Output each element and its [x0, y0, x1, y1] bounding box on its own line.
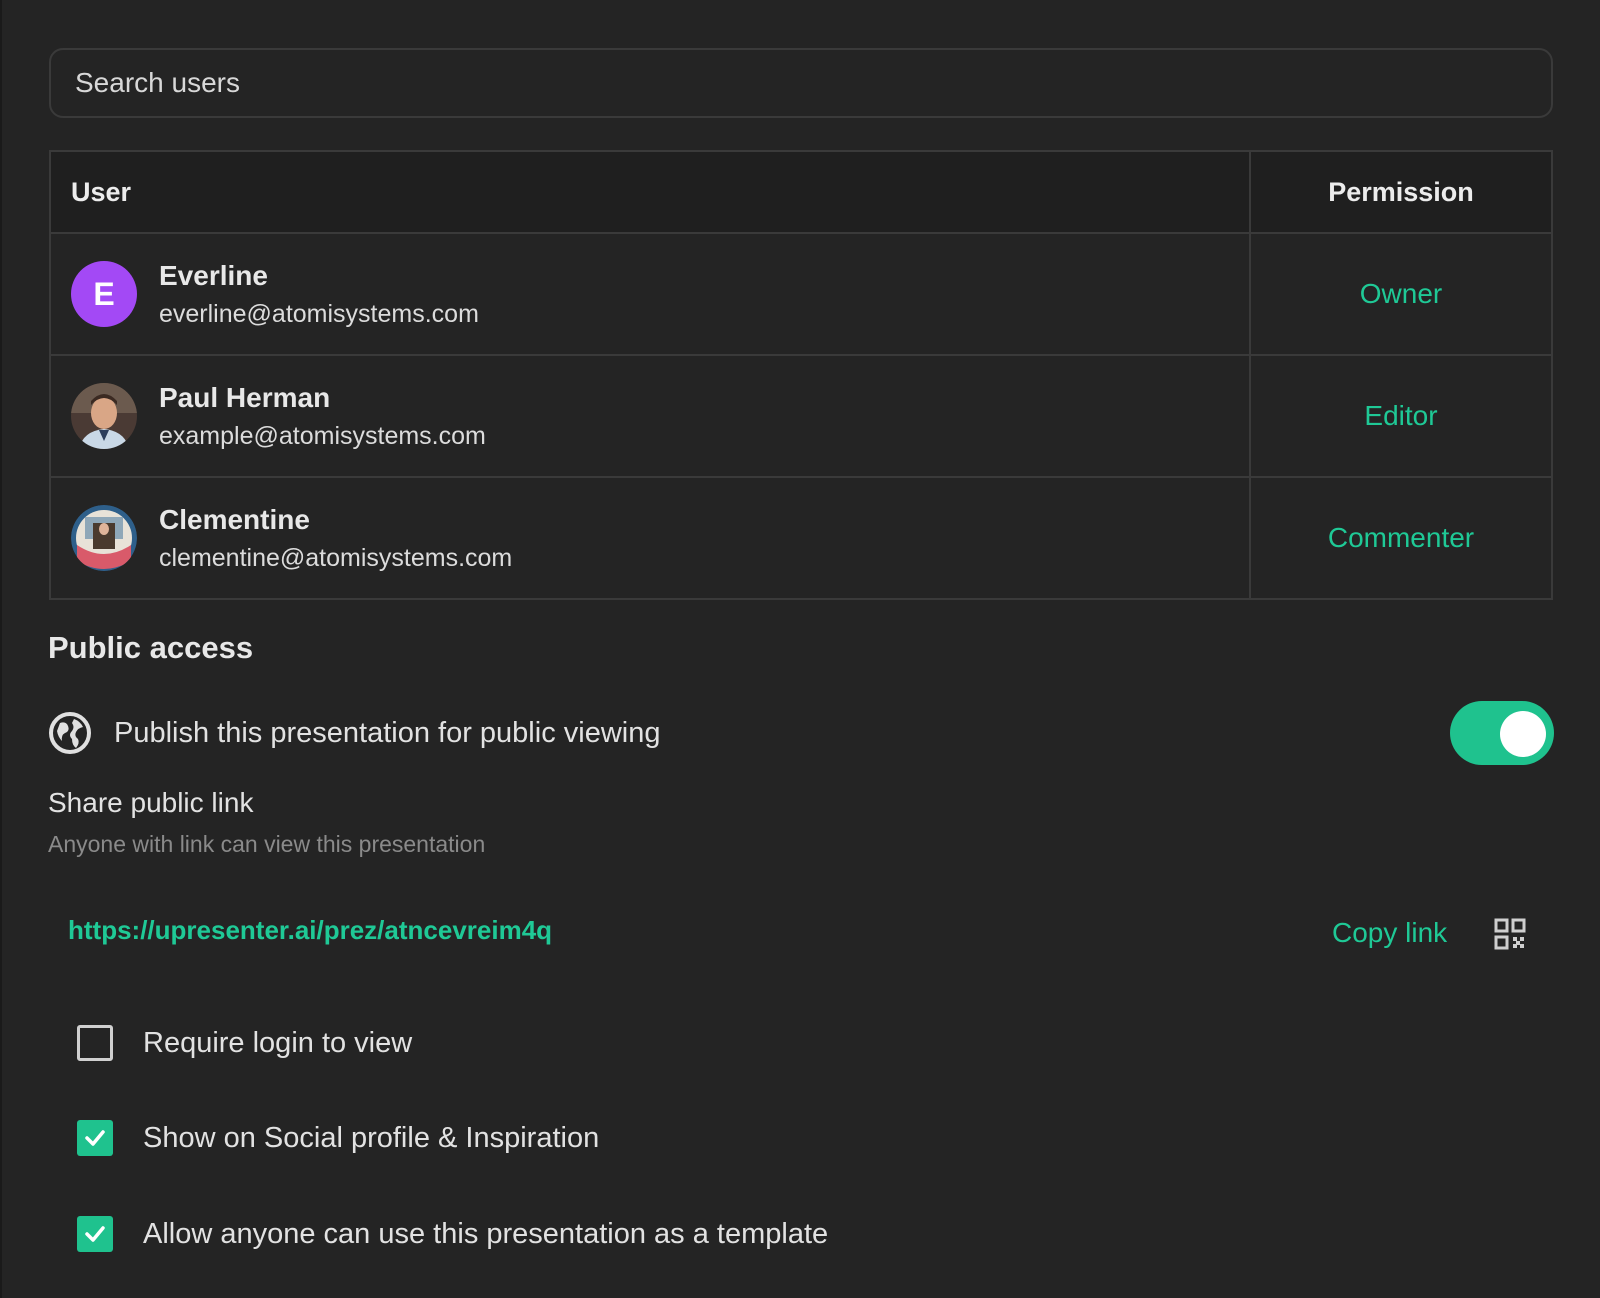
search-box[interactable] [49, 48, 1553, 118]
user-email: clementine@atomisystems.com [159, 543, 513, 572]
table-row[interactable]: Paul Herman example@atomisystems.com Edi… [51, 354, 1551, 476]
avatar-photo [71, 505, 137, 571]
user-cell: Clementine clementine@atomisystems.com [51, 478, 1251, 598]
permission-cell[interactable]: Owner [1251, 234, 1551, 354]
permission-cell[interactable]: Commenter [1251, 478, 1551, 598]
users-table: User Permission E Everline everline@atom… [49, 150, 1553, 600]
user-name: Clementine [159, 503, 310, 535]
table-header: User Permission [51, 152, 1551, 232]
user-email: everline@atomisystems.com [159, 299, 479, 328]
show-social-checkbox[interactable] [77, 1120, 113, 1156]
user-cell: E Everline everline@atomisystems.com [51, 234, 1251, 354]
public-link[interactable]: https://upresenter.ai/prez/atncevreim4q [68, 915, 552, 946]
table-row[interactable]: E Everline everline@atomisystems.com Own… [51, 232, 1551, 354]
header-user: User [71, 176, 132, 207]
share-link-subtitle: Anyone with link can view this presentat… [48, 831, 486, 857]
publish-row: Publish this presentation for public vie… [48, 700, 1554, 766]
user-info: Paul Herman example@atomisystems.com [159, 382, 486, 451]
globe-icon [49, 712, 91, 754]
search-input[interactable] [73, 66, 1529, 100]
checkmark-icon [85, 1130, 105, 1146]
option-label: Allow anyone can use this presentation a… [143, 1217, 829, 1250]
user-email: example@atomisystems.com [159, 421, 486, 450]
publish-toggle[interactable] [1450, 701, 1554, 765]
table-row[interactable]: Clementine clementine@atomisystems.com C… [51, 476, 1551, 598]
qr-code-icon[interactable] [1494, 918, 1526, 950]
user-info: Everline everline@atomisystems.com [159, 260, 479, 329]
publish-label: Publish this presentation for public vie… [114, 716, 661, 749]
user-info: Clementine clementine@atomisystems.com [159, 504, 512, 573]
user-name: Everline [159, 259, 268, 291]
avatar: E [71, 261, 137, 327]
permission-cell[interactable]: Editor [1251, 356, 1551, 476]
require-login-checkbox[interactable] [77, 1025, 113, 1061]
option-label: Require login to view [143, 1026, 413, 1059]
option-allow-template[interactable]: Allow anyone can use this presentation a… [77, 1214, 828, 1254]
user-name: Paul Herman [159, 381, 331, 413]
panel-edge [0, 0, 2, 1298]
header-user-cell: User [51, 152, 1251, 232]
option-show-social[interactable]: Show on Social profile & Inspiration [77, 1118, 599, 1158]
avatar-photo [71, 383, 137, 449]
permission-commenter[interactable]: Commenter [1328, 522, 1474, 554]
toggle-knob [1500, 711, 1546, 757]
option-require-login[interactable]: Require login to view [77, 1023, 412, 1063]
permission-owner[interactable]: Owner [1360, 278, 1442, 310]
checkmark-icon [85, 1226, 105, 1242]
public-access-title: Public access [48, 630, 254, 665]
share-link-title: Share public link [48, 787, 254, 818]
share-panel: User Permission E Everline everline@atom… [0, 0, 1600, 1298]
allow-template-checkbox[interactable] [77, 1216, 113, 1252]
user-cell: Paul Herman example@atomisystems.com [51, 356, 1251, 476]
copy-link-button[interactable]: Copy link [1332, 917, 1447, 949]
permission-editor[interactable]: Editor [1364, 400, 1437, 432]
option-label: Show on Social profile & Inspiration [143, 1121, 600, 1154]
header-permission-cell: Permission [1251, 152, 1551, 232]
header-permission: Permission [1328, 176, 1474, 207]
